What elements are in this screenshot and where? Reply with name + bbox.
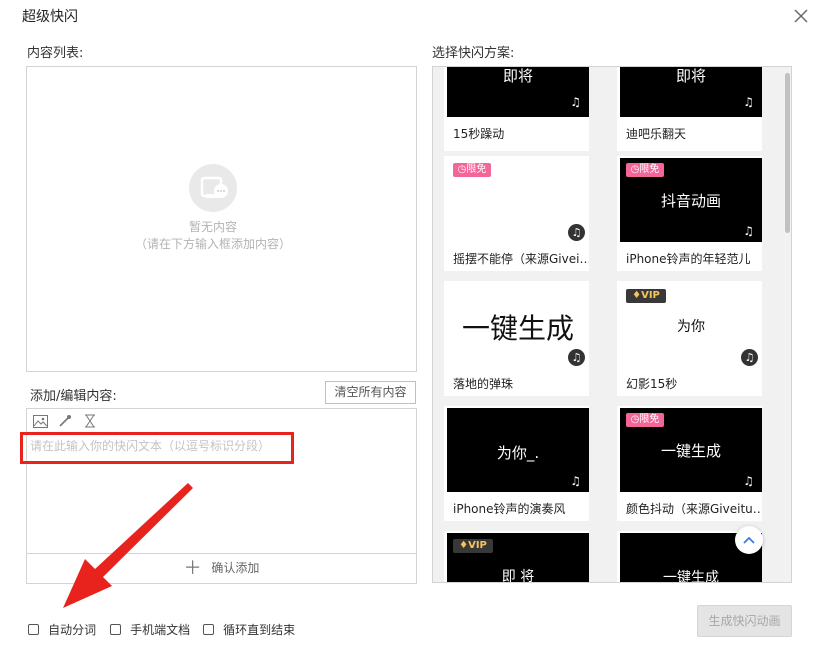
music-note-icon: ♫: [743, 224, 754, 238]
hourglass-icon[interactable]: [84, 414, 96, 428]
scheme-thumbnail: 为你_. ♫: [447, 408, 589, 492]
vip-badge: ♦VIP: [453, 539, 493, 553]
scheme-card[interactable]: ◷限免 ♫ 摇摆不能停（来源Givei…: [444, 156, 589, 271]
empty-title: 暂无内容: [188, 220, 237, 234]
back-to-top-button[interactable]: [735, 526, 763, 554]
scheme-card[interactable]: ◷限免 抖音动画 ♫ iPhone铃声的年轻范儿: [617, 156, 762, 271]
scheme-thumbnail: 即将 ♫: [620, 67, 762, 117]
annotation-highlight: [20, 432, 294, 464]
music-note-icon: ♫: [743, 474, 754, 488]
scheme-name: 落地的弹珠: [453, 377, 514, 391]
loop-option[interactable]: 循环直到结束: [203, 619, 295, 638]
scheme-thumbnail: ◷限免 ♫: [447, 158, 589, 242]
scheme-thumbnail: ♦VIP 即 将: [447, 533, 589, 582]
loop-checkbox[interactable]: [203, 624, 214, 635]
mobile-doc-label: 手机端文档: [130, 623, 191, 637]
loop-label: 循环直到结束: [223, 623, 296, 637]
empty-content-icon: [189, 164, 237, 212]
music-note-icon: ♫: [743, 95, 754, 109]
content-list-panel: 暂无内容 （请在下方输入框添加内容）: [26, 66, 417, 372]
music-note-icon: ♫: [568, 349, 585, 366]
scheme-name: 幻影15秒: [626, 377, 678, 391]
edit-label: 添加/编辑内容:: [30, 389, 117, 404]
mobile-doc-checkbox[interactable]: [110, 624, 121, 635]
scheme-name: 迪吧乐翻天: [626, 127, 687, 141]
scheme-name: iPhone铃声的年轻范儿: [626, 252, 751, 266]
scheme-name: iPhone铃声的演奏风: [453, 502, 566, 516]
scheme-name: 15秒躁动: [453, 127, 505, 141]
music-note-icon: ♫: [741, 349, 758, 366]
dialog-title: 超级快闪: [22, 9, 78, 25]
content-list-label: 内容列表:: [27, 46, 84, 61]
close-icon[interactable]: [790, 5, 812, 27]
scheme-scrollbar[interactable]: [783, 67, 791, 582]
eyedropper-icon[interactable]: [58, 414, 72, 428]
scheme-label: 选择快闪方案:: [432, 46, 515, 61]
scheme-card[interactable]: 即将 ♫ 迪吧乐翻天: [617, 67, 762, 151]
auto-split-label: 自动分词: [48, 623, 97, 637]
chevron-up-icon: [743, 536, 755, 544]
scheme-card[interactable]: 为你_. ♫ iPhone铃声的演奏风: [444, 406, 589, 521]
scheme-card[interactable]: ♦VIP 即 将: [444, 531, 589, 582]
auto-split-checkbox[interactable]: [28, 624, 39, 635]
music-note-icon: ♫: [568, 224, 585, 241]
scheme-card[interactable]: ♦VIP 为你 ♫ 幻影15秒: [617, 281, 762, 396]
free-badge: ◷限免: [626, 163, 664, 177]
scheme-thumbnail: ♦VIP 为你 ♫: [620, 283, 762, 367]
scheme-thumbnail: 即将 ♫: [447, 67, 589, 117]
generate-animation-button[interactable]: 生成快闪动画: [697, 605, 792, 637]
scheme-thumbnail: 一键生成 ♫: [447, 283, 589, 367]
confirm-add-label: 确认添加: [211, 561, 260, 575]
vip-badge: ♦VIP: [626, 289, 666, 303]
scrollbar-thumb[interactable]: [785, 73, 790, 233]
annotation-arrow: [63, 483, 193, 608]
scheme-name: 摇摆不能停（来源Givei…: [453, 252, 589, 266]
scheme-card[interactable]: 即将 ♫ 15秒躁动: [444, 67, 589, 151]
music-note-icon: ♫: [570, 95, 581, 109]
scheme-thumbnail: ◷限免 抖音动画 ♫: [620, 158, 762, 242]
scheme-card[interactable]: ◷限免 一键生成 ♫ 颜色抖动（来源Giveitu…: [617, 406, 762, 521]
free-badge: ◷限免: [453, 163, 491, 177]
auto-split-option[interactable]: 自动分词: [28, 619, 96, 638]
music-note-icon: ♫: [570, 474, 581, 488]
scheme-thumbnail: ◷限免 一键生成 ♫: [620, 408, 762, 492]
free-badge: ◷限免: [626, 413, 664, 427]
empty-hint: （请在下方输入框添加内容）: [134, 237, 291, 251]
scheme-panel: 即将 ♫ 15秒躁动 即将 ♫ 迪吧乐翻天 ◷限免 ♫ 摇摆不能停（来源Give…: [432, 66, 792, 583]
scheme-card[interactable]: 一键生成 ♫ 落地的弹珠: [444, 281, 589, 396]
clear-all-button[interactable]: 清空所有内容: [325, 381, 416, 404]
mobile-doc-option[interactable]: 手机端文档: [110, 619, 190, 638]
scheme-name: 颜色抖动（来源Giveitu…: [626, 502, 762, 516]
image-icon[interactable]: [33, 415, 48, 428]
